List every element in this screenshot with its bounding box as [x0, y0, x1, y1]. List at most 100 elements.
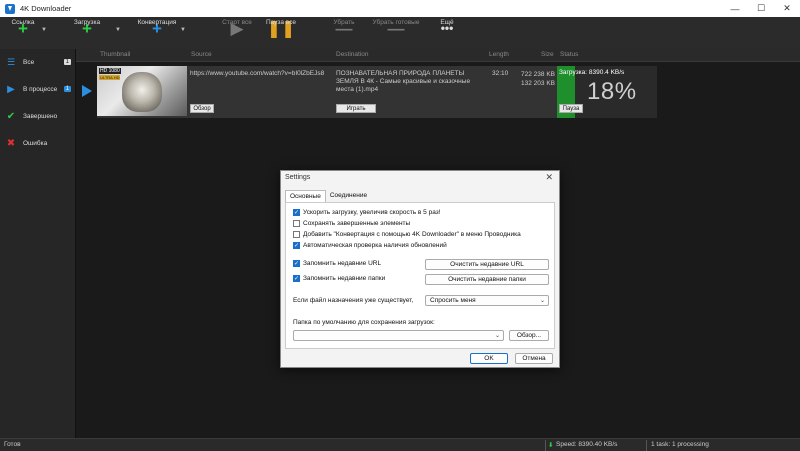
status-speed: Speed: 8390.40 KB/s: [556, 441, 618, 448]
chevron-down-icon: ⌄: [539, 298, 545, 304]
checkbox-label: Добавить "Конвертация с помощью 4K Downl…: [303, 231, 521, 238]
status-tasks: 1 task: 1 processing: [651, 441, 709, 448]
keep-completed-checkbox[interactable]: Сохранять завершенные элементы: [293, 220, 410, 227]
destination-filename: ПОЗНАВАТЕЛЬНАЯ ПРИРОДА ПЛАНЕТЫ ЗЕМЛЯ В 4…: [336, 70, 471, 93]
checkbox-checked-icon: ✓: [293, 209, 300, 216]
list-icon: ☰: [6, 56, 16, 67]
size-total: 722 238 KB: [521, 71, 555, 78]
download-arrow-icon: ⬇: [548, 442, 554, 449]
settings-dialog: Settings ✕ Основные Соединение ✓ Ускорит…: [280, 170, 560, 368]
play-icon[interactable]: [82, 85, 92, 97]
pause-all-button[interactable]: ❚❚ Пауза все: [266, 19, 296, 37]
col-source[interactable]: Source: [191, 51, 212, 58]
browse-button[interactable]: Обзор: [190, 104, 214, 113]
download-speed: Загрузка: 8390.4 KB/s: [559, 69, 625, 76]
sidebar: ☰ Все 1 ▶ В процессе 1 ✔ Завершено ✖ Оши…: [0, 49, 76, 438]
checkbox-unchecked-icon: [293, 220, 300, 227]
checkbox-label: Запомнить недавние папки: [303, 275, 386, 282]
convert-button[interactable]: + Конвертация: [136, 19, 178, 37]
sidebar-item-completed[interactable]: ✔ Завершено: [0, 106, 76, 126]
remember-url-checkbox[interactable]: ✓ Запомнить недавние URL: [293, 260, 381, 267]
download-label: Загрузка: [73, 19, 101, 26]
minimize-button[interactable]: —: [722, 0, 748, 17]
file-size: 722 238 KB 132 203 KB: [517, 70, 555, 88]
chevron-down-icon: ▼: [41, 27, 47, 33]
divider: [646, 440, 647, 451]
dialog-tabs: Основные Соединение: [285, 190, 371, 203]
sidebar-item-label: В процессе: [23, 85, 58, 93]
window-controls: — ☐ ✕: [722, 0, 800, 17]
checkbox-label: Запомнить недавние URL: [303, 260, 382, 267]
ok-button[interactable]: OK: [470, 353, 508, 364]
status-ready: Готов: [4, 441, 21, 448]
count-badge: 1: [63, 59, 71, 65]
play-icon: ▶: [7, 83, 15, 95]
file-exists-label: Если файл назначения уже существует,: [293, 297, 414, 304]
hd-badge: HD 1080: [99, 68, 121, 74]
remove-label: Убрать: [333, 19, 355, 26]
cancel-button[interactable]: Отмена: [515, 353, 553, 364]
download-button[interactable]: + Загрузка: [72, 19, 102, 37]
col-thumbnail[interactable]: Thumbnail: [100, 51, 130, 58]
count-badge: 1: [63, 86, 71, 92]
title-bar: 4K Downloader — ☐ ✕: [0, 0, 800, 17]
sidebar-item-error[interactable]: ✖ Ошибка: [0, 133, 76, 153]
browse-folder-button[interactable]: Обзор...: [509, 330, 549, 341]
checkbox-checked-icon: ✓: [293, 260, 300, 267]
status-cell: Загрузка: 8390.4 KB/s 18% Пауза: [557, 66, 657, 118]
remove-button[interactable]: — Убрать: [332, 19, 356, 37]
link-label: Ссылка: [11, 19, 35, 26]
file-exists-select[interactable]: Спросить меня ⌄: [425, 295, 549, 306]
window-title: 4K Downloader: [20, 4, 72, 13]
pause-button[interactable]: Пауза: [559, 104, 583, 113]
sidebar-item-all[interactable]: ☰ Все 1: [0, 52, 76, 72]
video-thumbnail: HD 1080 ULTRA HD: [97, 66, 187, 116]
start-all-label: Старт все: [222, 19, 252, 26]
sidebar-item-in-progress[interactable]: ▶ В процессе 1: [0, 79, 76, 99]
list-header: Thumbnail Source Destination Length Size…: [76, 49, 800, 62]
start-all-button[interactable]: ▶ Старт все: [221, 19, 253, 37]
tab-connection[interactable]: Соединение: [326, 190, 371, 202]
wolf-image: [122, 72, 162, 112]
sidebar-item-label: Ошибка: [23, 139, 48, 147]
remember-folders-checkbox[interactable]: ✓ Запомнить недавние папки: [293, 275, 385, 282]
close-icon[interactable]: ✕: [545, 172, 553, 183]
clear-urls-button[interactable]: Очистить недавние URL: [425, 259, 549, 270]
download-row[interactable]: HD 1080 ULTRA HD https://www.youtube.com…: [97, 66, 657, 118]
explorer-menu-checkbox[interactable]: Добавить "Конвертация с помощью 4K Downl…: [293, 231, 521, 238]
error-x-icon: ✖: [6, 137, 16, 149]
remove-done-button[interactable]: — Убрать готовые: [371, 19, 421, 37]
maximize-button[interactable]: ☐: [748, 0, 774, 17]
check-icon: ✔: [6, 110, 16, 122]
clear-folders-button[interactable]: Очистить недавние папки: [425, 274, 549, 285]
sidebar-item-label: Все: [23, 58, 35, 66]
checkbox-label: Сохранять завершенные элементы: [303, 220, 411, 227]
speed-up-checkbox[interactable]: ✓ Ускорить загрузку, увеличив скорость в…: [293, 209, 441, 216]
col-destination[interactable]: Destination: [336, 51, 369, 58]
size-downloaded: 132 203 KB: [521, 80, 555, 87]
app-logo-icon: [5, 3, 15, 14]
remove-done-label: Убрать готовые: [372, 19, 420, 26]
divider: [545, 440, 546, 451]
col-status[interactable]: Status: [560, 51, 578, 58]
sidebar-item-label: Завершено: [23, 112, 58, 120]
status-bar: Готов ⬇ Speed: 8390.40 KB/s 1 task: 1 pr…: [0, 438, 800, 451]
link-button[interactable]: + Ссылка: [10, 19, 36, 37]
chevron-down-icon: ▼: [115, 27, 121, 33]
more-button[interactable]: ••• Ещё: [439, 19, 455, 37]
source-url: https://www.youtube.com/watch?v=bI0lZbEJ…: [190, 70, 325, 77]
toolbar: + Ссылка ▼ + Загрузка ▼ + Конвертация ▼ …: [0, 17, 800, 49]
col-size[interactable]: Size: [541, 51, 554, 58]
auto-update-checkbox[interactable]: ✓ Автоматическая проверка наличия обновл…: [293, 242, 447, 249]
col-length[interactable]: Length: [489, 51, 509, 58]
checkbox-label: Автоматическая проверка наличия обновлен…: [303, 242, 447, 249]
checkbox-unchecked-icon: [293, 231, 300, 238]
close-button[interactable]: ✕: [774, 0, 800, 17]
default-folder-select[interactable]: ⌄: [293, 330, 504, 341]
play-button[interactable]: Играть: [336, 104, 376, 113]
chevron-down-icon: ▼: [180, 27, 186, 33]
convert-label: Конвертация: [137, 19, 177, 26]
checkbox-checked-icon: ✓: [293, 275, 300, 282]
default-folder-label: Папка по умолчанию для сохранения загруз…: [293, 319, 435, 326]
progress-percent: 18%: [587, 78, 637, 105]
